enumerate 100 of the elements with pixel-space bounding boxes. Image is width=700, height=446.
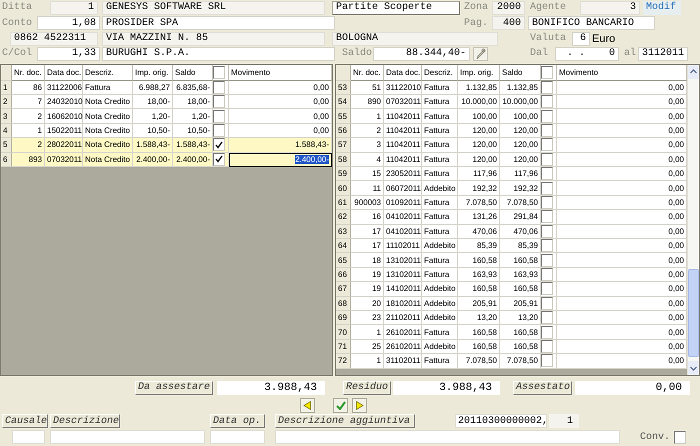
column-label: Data op. bbox=[210, 414, 265, 428]
column-header[interactable]: Nr. doc. bbox=[12, 64, 45, 81]
text-field[interactable]: 400 bbox=[492, 16, 525, 30]
partite-button[interactable]: Partite Scoperte bbox=[332, 0, 460, 15]
row-checkbox[interactable] bbox=[541, 196, 553, 209]
column-header[interactable]: Movimento bbox=[229, 64, 332, 81]
row-checkbox[interactable] bbox=[541, 296, 553, 310]
vertical-scrollbar[interactable] bbox=[687, 64, 699, 376]
row-checkbox[interactable] bbox=[541, 182, 553, 195]
column-header[interactable]: Movimento bbox=[557, 64, 687, 81]
table-cell: Fattura bbox=[83, 80, 133, 96]
row-checkbox[interactable] bbox=[541, 239, 553, 252]
table-cell: Fattura bbox=[422, 138, 458, 153]
text-field[interactable]: GENESYS SOFTWARE SRL bbox=[102, 0, 325, 15]
row-checkbox[interactable] bbox=[541, 224, 553, 238]
checkmark-icon bbox=[336, 400, 346, 410]
previous-button[interactable] bbox=[300, 398, 315, 413]
input-field[interactable] bbox=[275, 430, 620, 444]
table-cell: 0,00 bbox=[557, 325, 687, 340]
row-checkbox[interactable] bbox=[541, 268, 553, 281]
confirm-button[interactable] bbox=[333, 398, 348, 413]
currency-text: Euro bbox=[592, 32, 616, 46]
row-checkbox[interactable] bbox=[213, 124, 225, 138]
table-cell: 0,00 bbox=[557, 196, 687, 210]
text-field[interactable]: BONIFICO BANCARIO bbox=[528, 16, 655, 30]
row-checkbox[interactable] bbox=[541, 80, 553, 94]
table-cell: 86 bbox=[12, 80, 45, 96]
row-checkbox[interactable] bbox=[541, 311, 553, 324]
select-all-checkbox[interactable] bbox=[541, 66, 553, 79]
column-header[interactable]: Nr. doc. bbox=[351, 64, 384, 81]
table-cell: 10,50- bbox=[173, 124, 213, 138]
table-cell: 11042011 bbox=[384, 109, 422, 124]
total-label: Residuo bbox=[343, 380, 391, 395]
row-checkbox[interactable] bbox=[213, 138, 225, 152]
row-checkbox[interactable] bbox=[213, 80, 225, 94]
column-header[interactable]: Imp. orig. bbox=[458, 64, 500, 81]
text-field[interactable]: 1,08 bbox=[37, 16, 100, 30]
row-checkbox[interactable] bbox=[541, 124, 553, 138]
text-field[interactable]: PROSIDER SPA bbox=[102, 16, 335, 30]
table-cell: 1 bbox=[351, 325, 384, 340]
row-checkbox[interactable] bbox=[213, 95, 225, 108]
row-checkbox[interactable] bbox=[541, 354, 553, 368]
input-field[interactable] bbox=[50, 430, 205, 444]
text-field[interactable]: 0862 4522311 bbox=[10, 32, 98, 46]
table-cell: Addebito bbox=[422, 310, 458, 326]
table-cell: Addebito bbox=[422, 238, 458, 254]
table-cell: 160,58 bbox=[500, 325, 541, 340]
column-header[interactable]: Descriz. bbox=[422, 64, 458, 81]
row-checkbox[interactable] bbox=[213, 110, 225, 123]
column-header[interactable]: Saldo bbox=[500, 64, 541, 81]
field-label: Ditta bbox=[1, 0, 34, 15]
scroll-up-icon[interactable] bbox=[690, 69, 697, 74]
table-cell: 18,00- bbox=[133, 95, 173, 110]
row-checkbox[interactable] bbox=[541, 254, 553, 267]
table-cell: 1 bbox=[351, 109, 384, 124]
text-field[interactable]: BURUGHI S.P.A. bbox=[102, 46, 335, 61]
text-field[interactable]: . . 0 bbox=[555, 46, 619, 61]
modif-link[interactable]: Modif bbox=[643, 0, 681, 15]
row-checkbox[interactable] bbox=[541, 138, 553, 152]
amount-input[interactable]: 2.400,00- bbox=[229, 152, 332, 168]
scroll-down-icon[interactable] bbox=[690, 366, 697, 371]
row-checkbox[interactable] bbox=[541, 95, 553, 108]
column-header[interactable]: Data doc. bbox=[45, 64, 83, 81]
text-field[interactable]: 3112011 bbox=[638, 46, 688, 61]
row-checkbox[interactable] bbox=[541, 110, 553, 123]
table-cell: 24032010 bbox=[45, 95, 83, 110]
table-cell: 2.400,00- bbox=[173, 152, 213, 168]
text-field[interactable]: 1 bbox=[50, 0, 98, 15]
text-field[interactable]: 1,33 bbox=[37, 46, 100, 61]
lookup-button[interactable] bbox=[473, 46, 488, 61]
input-field[interactable] bbox=[210, 430, 265, 444]
code-field[interactable]: 20110300000002, bbox=[455, 414, 547, 428]
text-field[interactable]: 6 bbox=[572, 32, 590, 46]
select-all-checkbox[interactable] bbox=[213, 66, 225, 79]
row-checkbox[interactable] bbox=[213, 152, 225, 166]
column-header[interactable]: Descriz. bbox=[83, 64, 133, 81]
table-cell: 13,20 bbox=[458, 310, 500, 326]
text-field[interactable]: BOLOGNA bbox=[332, 32, 498, 46]
row-checkbox[interactable] bbox=[541, 282, 553, 296]
row-checkbox[interactable] bbox=[541, 152, 553, 166]
table-cell: 160,58 bbox=[458, 253, 500, 268]
table-cell: 07032011 bbox=[384, 95, 422, 110]
next-button[interactable] bbox=[352, 398, 367, 413]
conv-checkbox[interactable] bbox=[674, 430, 686, 444]
row-number: 6 bbox=[1, 152, 12, 168]
column-header[interactable]: Saldo bbox=[173, 64, 213, 81]
table-cell: 1.588,43- bbox=[229, 138, 332, 153]
table-cell: 2.400,00- bbox=[133, 152, 173, 168]
column-header[interactable]: Data doc. bbox=[384, 64, 422, 81]
input-field[interactable] bbox=[12, 430, 45, 444]
text-field[interactable]: 2000 bbox=[492, 0, 525, 15]
column-header[interactable]: Imp. orig. bbox=[133, 64, 173, 81]
table-cell: 0,00 bbox=[557, 152, 687, 168]
text-field[interactable]: VIA MAZZINI N. 85 bbox=[102, 32, 325, 46]
row-checkbox[interactable] bbox=[541, 210, 553, 224]
row-checkbox[interactable] bbox=[541, 167, 553, 180]
table-cell: 04102011 bbox=[384, 224, 422, 239]
row-checkbox[interactable] bbox=[541, 326, 553, 339]
text-field[interactable]: 88.344,40- bbox=[373, 46, 470, 61]
row-checkbox[interactable] bbox=[541, 340, 553, 353]
